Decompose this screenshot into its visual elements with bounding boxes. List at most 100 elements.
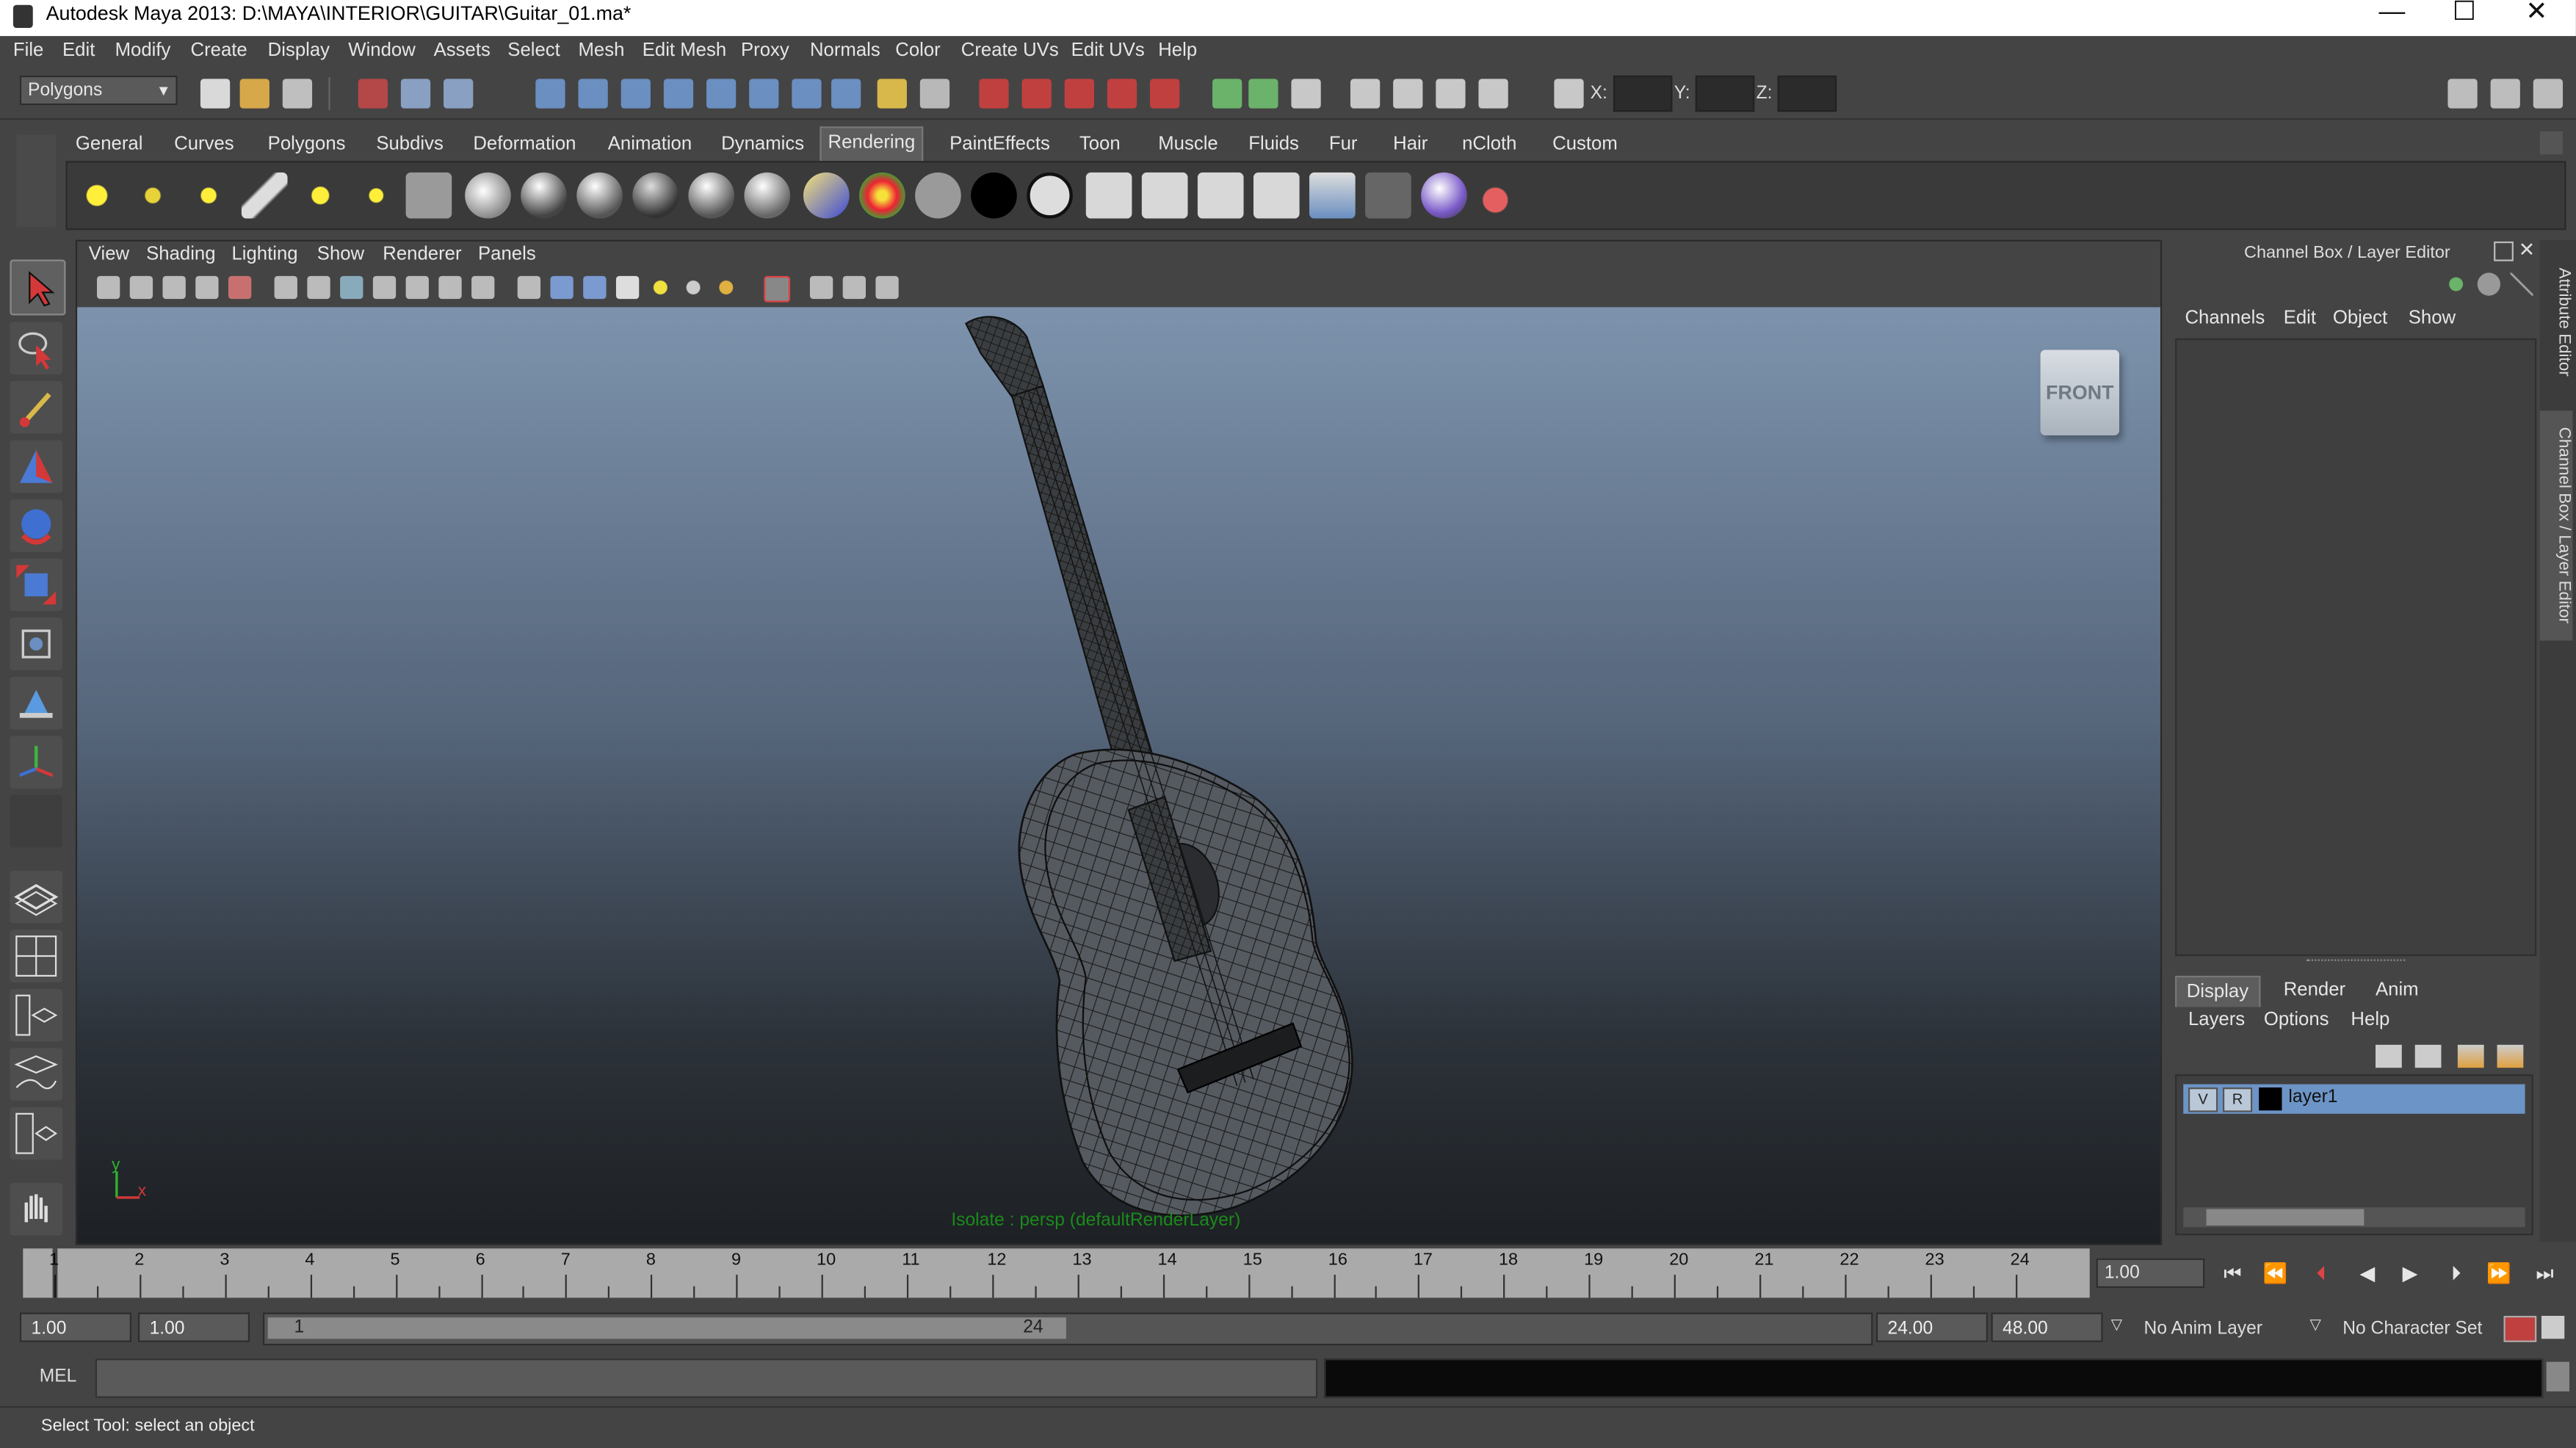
shelf-tab-fluids[interactable]: Fluids [1242, 130, 1306, 159]
close-panel-icon[interactable]: ✕ [2519, 238, 2536, 261]
lasso-tool-icon[interactable] [10, 322, 63, 375]
menu-color[interactable]: Color [895, 41, 940, 61]
tool-settings-toggle-icon[interactable] [2490, 79, 2520, 109]
menu-create-uvs[interactable]: Create UVs [961, 41, 1059, 61]
shelf-tab-deformation[interactable]: Deformation [466, 130, 582, 159]
layered-shader-icon[interactable] [803, 172, 850, 219]
hypershade-icon[interactable] [1478, 79, 1508, 109]
menu-edit[interactable]: Edit [62, 41, 95, 61]
render-view-icon[interactable] [1085, 172, 1132, 219]
safe-action-icon[interactable] [438, 275, 462, 300]
xray-joints-icon[interactable] [842, 275, 866, 300]
wireframe-icon[interactable] [517, 275, 541, 300]
ambient-light-icon[interactable] [73, 172, 120, 219]
shelf-tab-muscle[interactable]: Muscle [1151, 130, 1224, 159]
move-layer-down-icon[interactable] [2497, 1044, 2524, 1068]
construction-history-icon[interactable] [1291, 79, 1321, 109]
play-backwards-icon[interactable]: ◀ [2353, 1261, 2382, 1284]
shelf-tab-polygons[interactable]: Polygons [261, 130, 352, 159]
anim-layer-label[interactable]: No Anim Layer [2144, 1319, 2262, 1339]
menu-set-dropdown[interactable]: Polygons ▼ [19, 75, 178, 106]
shelf-tab-painteffects[interactable]: PaintEffects [943, 130, 1057, 159]
layer-menu-help[interactable]: Help [2351, 1010, 2389, 1030]
snap-curve-icon[interactable] [1021, 79, 1052, 109]
maximize-button[interactable]: ☐ [2428, 0, 2500, 33]
ipr-icon[interactable] [1197, 172, 1244, 219]
render-icon[interactable] [1141, 172, 1188, 219]
step-back-key-icon[interactable]: ⏴ [2307, 1261, 2336, 1284]
move-tool-icon[interactable] [10, 440, 63, 493]
shelf-tab-toon[interactable]: Toon [1073, 130, 1127, 159]
layer-display-type-toggle[interactable]: R [2222, 1087, 2253, 1112]
range-bar[interactable]: 1 24 [262, 1312, 1873, 1346]
single-perspective-layout-icon[interactable] [10, 870, 63, 924]
shelf-tab-ncloth[interactable]: nCloth [1455, 130, 1523, 159]
time-ruler[interactable]: 123456789101112131415161718192021222324 [23, 1248, 2090, 1298]
perspective-viewport[interactable]: FRONT Isolate : persp (defaultRenderLaye… [77, 307, 2160, 1244]
select-dynamics-icon[interactable] [749, 79, 779, 109]
rotate-tool-icon[interactable] [10, 499, 63, 552]
shadows-icon[interactable] [714, 275, 738, 300]
step-forward-frame-icon[interactable]: ⏩ [2484, 1261, 2514, 1284]
select-joints-icon[interactable] [578, 79, 608, 109]
speed-icon[interactable] [2477, 272, 2501, 296]
panel-menu-renderer[interactable]: Renderer [383, 245, 461, 264]
point-light-icon[interactable] [185, 172, 232, 219]
all-lights-icon[interactable] [681, 275, 705, 300]
highlight-selection-icon[interactable] [919, 79, 950, 109]
area-light-icon[interactable] [297, 172, 344, 219]
layer-color-swatch[interactable] [2259, 1087, 2282, 1111]
shelf-tab-fur[interactable]: Fur [1323, 130, 1364, 159]
select-tool-icon[interactable] [10, 259, 66, 316]
menu-mesh[interactable]: Mesh [578, 41, 624, 61]
field-chart-icon[interactable] [405, 275, 429, 300]
close-button[interactable]: ✕ [2500, 0, 2572, 33]
film-gate-icon[interactable] [307, 275, 330, 300]
menu-file[interactable]: File [13, 41, 43, 61]
blinn-material-icon[interactable] [576, 172, 623, 219]
layer-tab-anim[interactable]: Anim [2366, 976, 2428, 1005]
output-ops-icon[interactable] [1248, 79, 1278, 109]
menu-edit-uvs[interactable]: Edit UVs [1071, 41, 1145, 61]
select-object-icon[interactable] [400, 79, 431, 109]
menu-edit-mesh[interactable]: Edit Mesh [643, 41, 726, 61]
menu-create[interactable]: Create [191, 41, 247, 61]
shelf-options-icon[interactable] [16, 134, 57, 227]
layer-scrollbar[interactable] [2183, 1207, 2525, 1228]
hypershade-layout-icon[interactable] [10, 1107, 63, 1160]
go-to-start-icon[interactable]: ⏮ [2218, 1261, 2247, 1284]
layer-tab-render[interactable]: Render [2273, 976, 2355, 1005]
select-handles-icon[interactable] [535, 79, 565, 109]
phong-material-icon[interactable] [688, 172, 735, 219]
mel-label[interactable]: MEL [40, 1366, 77, 1386]
hand-tool-icon[interactable] [10, 1182, 63, 1236]
manipulator-icon[interactable] [2444, 272, 2468, 296]
shelf-tab-custom[interactable]: Custom [1546, 130, 1624, 159]
hyperbolic-icon[interactable] [2510, 272, 2533, 296]
character-set-chevron-icon[interactable]: ▽ [2310, 1316, 2321, 1334]
wireframe-on-shaded-icon[interactable] [583, 275, 607, 300]
shelf-tab-general[interactable]: General [69, 130, 149, 159]
select-camera-icon[interactable] [96, 275, 120, 300]
channels-menu-channels[interactable]: Channels [2185, 309, 2265, 329]
render-current-icon[interactable] [1350, 79, 1381, 109]
animation-end-field[interactable]: 48.00 [1991, 1312, 2103, 1342]
character-set-label[interactable]: No Character Set [2342, 1319, 2482, 1339]
mel-input[interactable] [95, 1358, 1318, 1398]
channels-menu-show[interactable]: Show [2409, 309, 2456, 329]
spot-light-icon[interactable] [241, 172, 288, 219]
play-forwards-icon[interactable]: ▶ [2395, 1261, 2425, 1284]
shelf-tab-hair[interactable]: Hair [1386, 130, 1434, 159]
float-panel-icon[interactable] [2494, 241, 2514, 261]
select-deformations-icon[interactable] [706, 79, 737, 109]
z-field[interactable] [1777, 75, 1837, 112]
channel-box-toggle-icon[interactable] [2533, 79, 2564, 109]
mental-ray-icon[interactable] [1421, 172, 1467, 219]
view-cube[interactable]: FRONT [2040, 350, 2119, 435]
current-time-field[interactable]: 1.00 [2096, 1258, 2205, 1288]
animation-start-field[interactable]: 1.00 [19, 1312, 131, 1342]
paint-select-tool-icon[interactable] [10, 381, 63, 434]
select-rendering-icon[interactable] [792, 79, 822, 109]
new-empty-layer-icon[interactable] [2375, 1044, 2402, 1068]
batch-render-icon[interactable] [1365, 172, 1411, 219]
